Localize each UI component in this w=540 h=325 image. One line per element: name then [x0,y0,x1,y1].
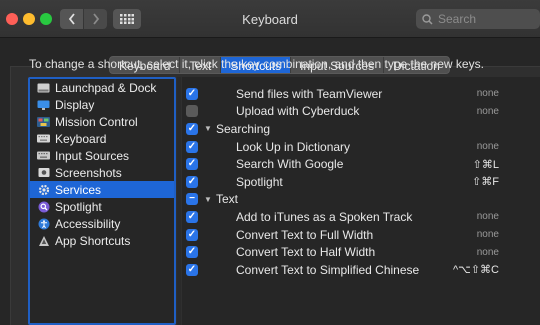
sidebar-item-label: Keyboard [55,131,107,146]
mission-control-icon [37,116,50,127]
shortcut-list[interactable]: ✓ Send files with TeamViewer none Upload… [182,77,540,325]
checkmark-icon: ✓ [187,140,197,152]
sidebar-item-label: Screenshots [55,165,122,180]
shortcut-name: Spotlight [236,174,283,189]
list-item[interactable]: ✓ Add to iTunes as a Spoken Track none [182,208,540,226]
shortcut-name: Upload with Cyberduck [236,104,360,119]
sidebar-item-mission-control[interactable]: Mission Control [30,113,174,130]
shortcut-name: Send files with TeamViewer [236,86,383,101]
checkbox[interactable]: ✓ [186,122,198,135]
list-item[interactable]: ✓ Look Up in Dictionary none [182,138,540,156]
shortcut-name: Search With Google [236,157,344,172]
shortcut-key[interactable]: none [477,88,499,99]
checkbox[interactable] [186,105,198,118]
app-shortcuts-icon [37,235,50,246]
group-row[interactable]: − ▼ Text [182,191,540,209]
sidebar-item-label: Display [55,97,95,112]
list-item[interactable]: Upload with Cyberduck none [182,103,540,121]
minus-icon: − [189,193,195,205]
shortcut-key[interactable]: ⇧⌘F [472,175,499,188]
list-item[interactable]: ✓ Convert Text to Full Width none [182,226,540,244]
accessibility-icon [37,218,50,229]
sidebar-item-app-shortcuts[interactable]: App Shortcuts [30,232,174,249]
group-name: Text [216,192,239,207]
checkbox[interactable]: ✓ [186,140,198,153]
sidebar-item-services[interactable]: Services [30,181,174,198]
group-row[interactable]: ✓ ▼ Searching [182,120,540,138]
shortcut-category-list[interactable]: Launchpad & Dock Display Mission Control… [28,77,176,325]
list-item[interactable] [182,77,540,85]
checkbox[interactable]: ✓ [186,228,198,241]
spotlight-icon [37,201,50,212]
sidebar-item-label: Input Sources [55,148,130,163]
instructions-text: To change a shortcut, select it, click t… [29,57,484,71]
shortcut-name: Convert Text to Full Width [236,227,374,242]
list-item[interactable]: ✓ Spotlight ⇧⌘F [182,173,540,191]
list-item[interactable]: ✓ Search With Google ⇧⌘L [182,155,540,173]
shortcut-name: Look Up in Dictionary [236,139,351,154]
split-divider[interactable] [177,77,181,325]
shortcut-key[interactable]: none [477,106,499,117]
search-placeholder: Search [438,12,477,26]
sidebar-item-spotlight[interactable]: Spotlight [30,198,174,215]
checkmark-icon: ✓ [187,87,197,99]
list-item[interactable]: ✓ Send files with TeamViewer none [182,85,540,103]
sidebar-item-label: Launchpad & Dock [55,80,157,95]
checkmark-icon: ✓ [187,246,197,258]
checkbox[interactable]: − [186,193,198,206]
launchpad-icon [37,82,50,93]
keyboard-icon [37,133,50,144]
shortcut-key[interactable]: none [477,229,499,240]
display-icon [37,99,50,110]
checkbox[interactable]: ✓ [186,246,198,259]
sidebar-item-label: App Shortcuts [55,233,131,248]
checkbox[interactable]: ✓ [186,87,198,100]
sidebar-item-label: Accessibility [55,216,121,231]
shortcut-name: Add to iTunes as a Spoken Track [236,209,413,224]
checkbox[interactable]: ✓ [186,158,198,171]
gear-icon [37,184,50,195]
keyboard-preferences-window: Keyboard Search Keyboard Text Shortcuts … [0,0,540,325]
shortcut-key[interactable]: none [477,211,499,222]
group-name: Searching [216,121,271,136]
checkmark-icon: ✓ [187,175,197,187]
search-field[interactable]: Search [416,9,540,29]
checkmark-icon: ✓ [187,122,197,134]
search-icon [422,13,433,25]
sidebar-item-label: Mission Control [55,114,138,129]
checkmark-icon: ✓ [187,210,197,222]
shortcut-key[interactable]: none [477,141,499,152]
shortcut-name: Convert Text to Half Width [236,245,376,260]
screenshots-icon [37,167,50,178]
input-sources-icon [37,150,50,161]
sidebar-item-input-sources[interactable]: Input Sources [30,147,174,164]
shortcut-key[interactable]: ^⌥⇧⌘C [453,263,499,276]
sidebar-item-label: Spotlight [55,199,102,214]
sidebar-item-accessibility[interactable]: Accessibility [30,215,174,232]
list-item[interactable]: ✓ Convert Text to Half Width none [182,243,540,261]
checkmark-icon: ✓ [187,158,197,170]
sidebar-item-display[interactable]: Display [30,96,174,113]
shortcut-name: Convert Text to Simplified Chinese [236,262,420,277]
shortcut-key[interactable]: ⇧⌘L [473,158,499,171]
checkbox[interactable]: ✓ [186,210,198,223]
sidebar-item-label: Services [55,182,102,197]
disclosure-triangle-icon[interactable]: ▼ [204,124,214,133]
sidebar-item-keyboard[interactable]: Keyboard [30,130,174,147]
list-item[interactable]: ✓ Convert Text to Simplified Chinese ^⌥⇧… [182,261,540,279]
sidebar-item-launchpad-dock[interactable]: Launchpad & Dock [30,79,174,96]
disclosure-triangle-icon[interactable]: ▼ [204,195,214,204]
checkmark-icon: ✓ [187,228,197,240]
checkbox[interactable]: ✓ [186,263,198,276]
checkbox[interactable]: ✓ [186,175,198,188]
sidebar-item-screenshots[interactable]: Screenshots [30,164,174,181]
shortcut-key[interactable]: none [477,247,499,258]
checkmark-icon: ✓ [187,263,197,275]
title-bar: Keyboard Search [0,0,540,38]
